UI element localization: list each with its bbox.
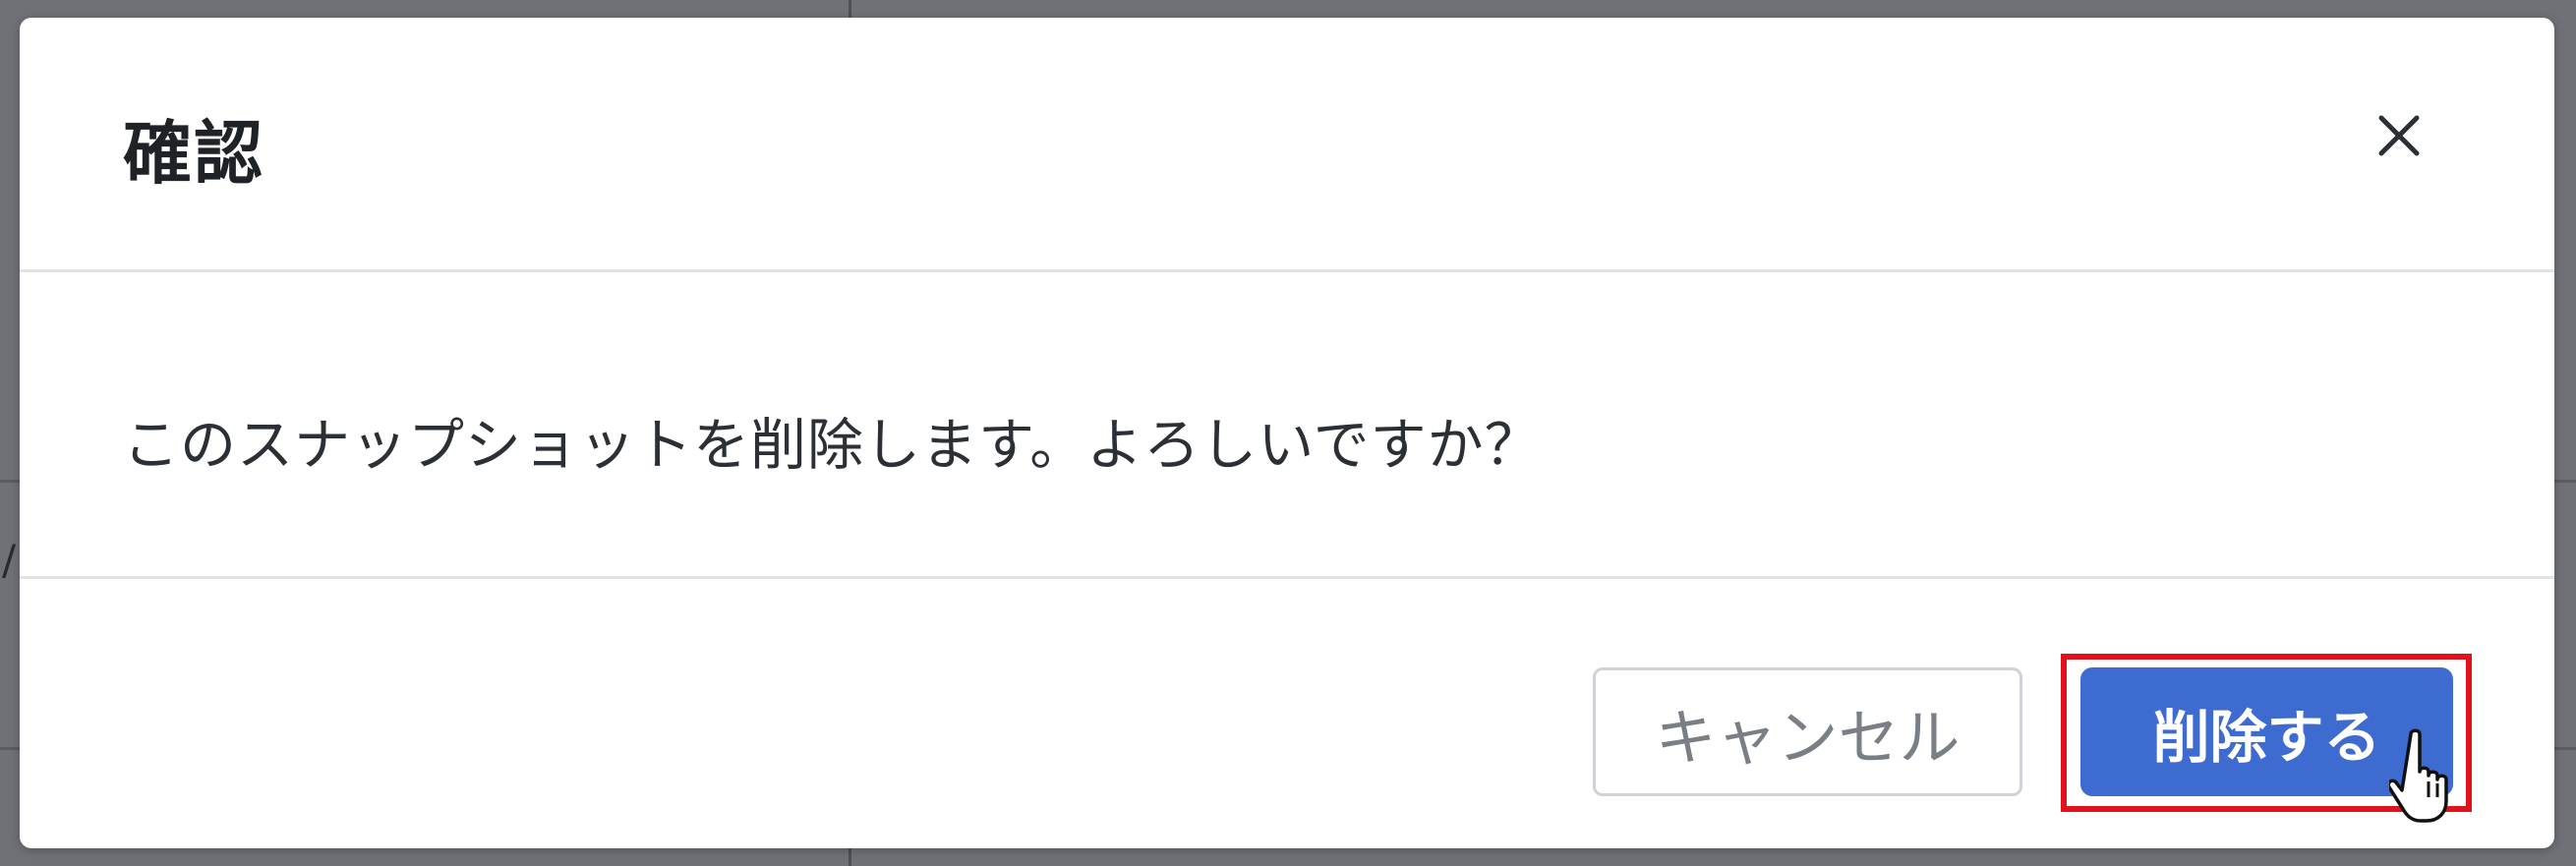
cancel-button[interactable]: キャンセル xyxy=(1593,667,2022,796)
dialog-header: 確認 xyxy=(20,18,2554,272)
dialog-footer: キャンセル 削除する xyxy=(20,579,2554,848)
delete-button[interactable]: 削除する xyxy=(2080,667,2453,796)
close-button[interactable] xyxy=(2360,96,2438,175)
dialog-title: 確認 xyxy=(123,113,264,194)
confirm-message: このスナップショットを削除します。よろしいですか？ xyxy=(123,413,1542,478)
confirm-dialog: 確認 このスナップショットを削除します。よろしいですか？ キャンセル 削除する xyxy=(20,18,2554,848)
close-icon xyxy=(2360,96,2438,175)
dialog-body: このスナップショットを削除します。よろしいですか？ xyxy=(20,272,2554,579)
